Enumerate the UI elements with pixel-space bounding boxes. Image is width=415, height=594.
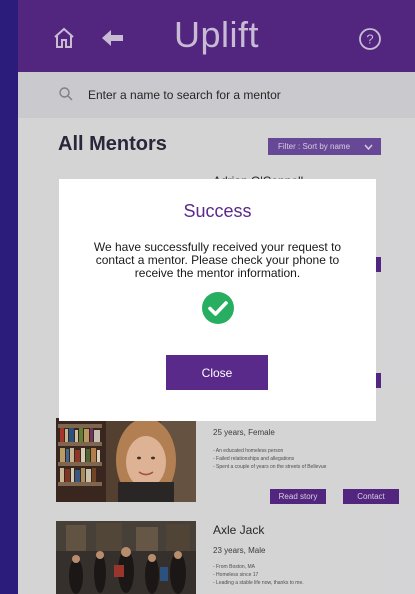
success-dialog: Success We have successfully received yo…: [59, 179, 376, 421]
check-circle-icon: [201, 291, 235, 325]
close-button[interactable]: Close: [166, 355, 268, 390]
dialog-message: We have successfully received your reque…: [93, 240, 342, 280]
dialog-title: Success: [183, 201, 252, 221]
